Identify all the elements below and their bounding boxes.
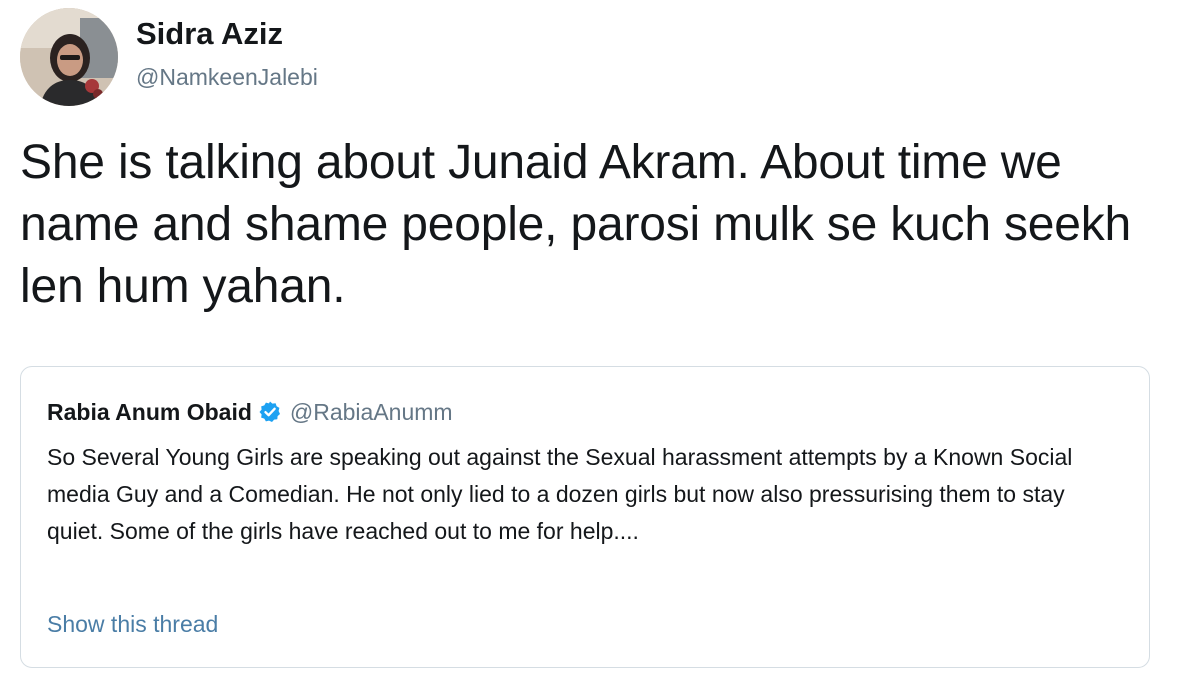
quoted-author-handle: @RabiaAnumm xyxy=(289,399,453,425)
author-names: Sidra Aziz @NamkeenJalebi xyxy=(136,16,318,92)
tweet: Sidra Aziz @NamkeenJalebi She is talking… xyxy=(0,0,1200,675)
verified-badge-icon xyxy=(258,400,282,424)
author-handle[interactable]: @NamkeenJalebi xyxy=(136,62,318,92)
quoted-tweet-header: Rabia Anum Obaid @RabiaAnumm xyxy=(47,397,453,427)
quoted-author-display-name: Rabia Anum Obaid xyxy=(47,399,252,425)
quoted-tweet-text: So Several Young Girls are speaking out … xyxy=(47,444,1073,544)
tweet-text: She is talking about Junaid Akram. About… xyxy=(20,136,1132,313)
tweet-author: Sidra Aziz @NamkeenJalebi xyxy=(20,8,318,106)
avatar-photo xyxy=(20,8,118,106)
show-thread-link[interactable]: Show this thread xyxy=(47,609,218,639)
quoted-tweet-card[interactable]: Rabia Anum Obaid @RabiaAnumm So Several … xyxy=(20,366,1150,668)
avatar[interactable] xyxy=(20,8,118,106)
author-display-name[interactable]: Sidra Aziz xyxy=(136,16,318,52)
